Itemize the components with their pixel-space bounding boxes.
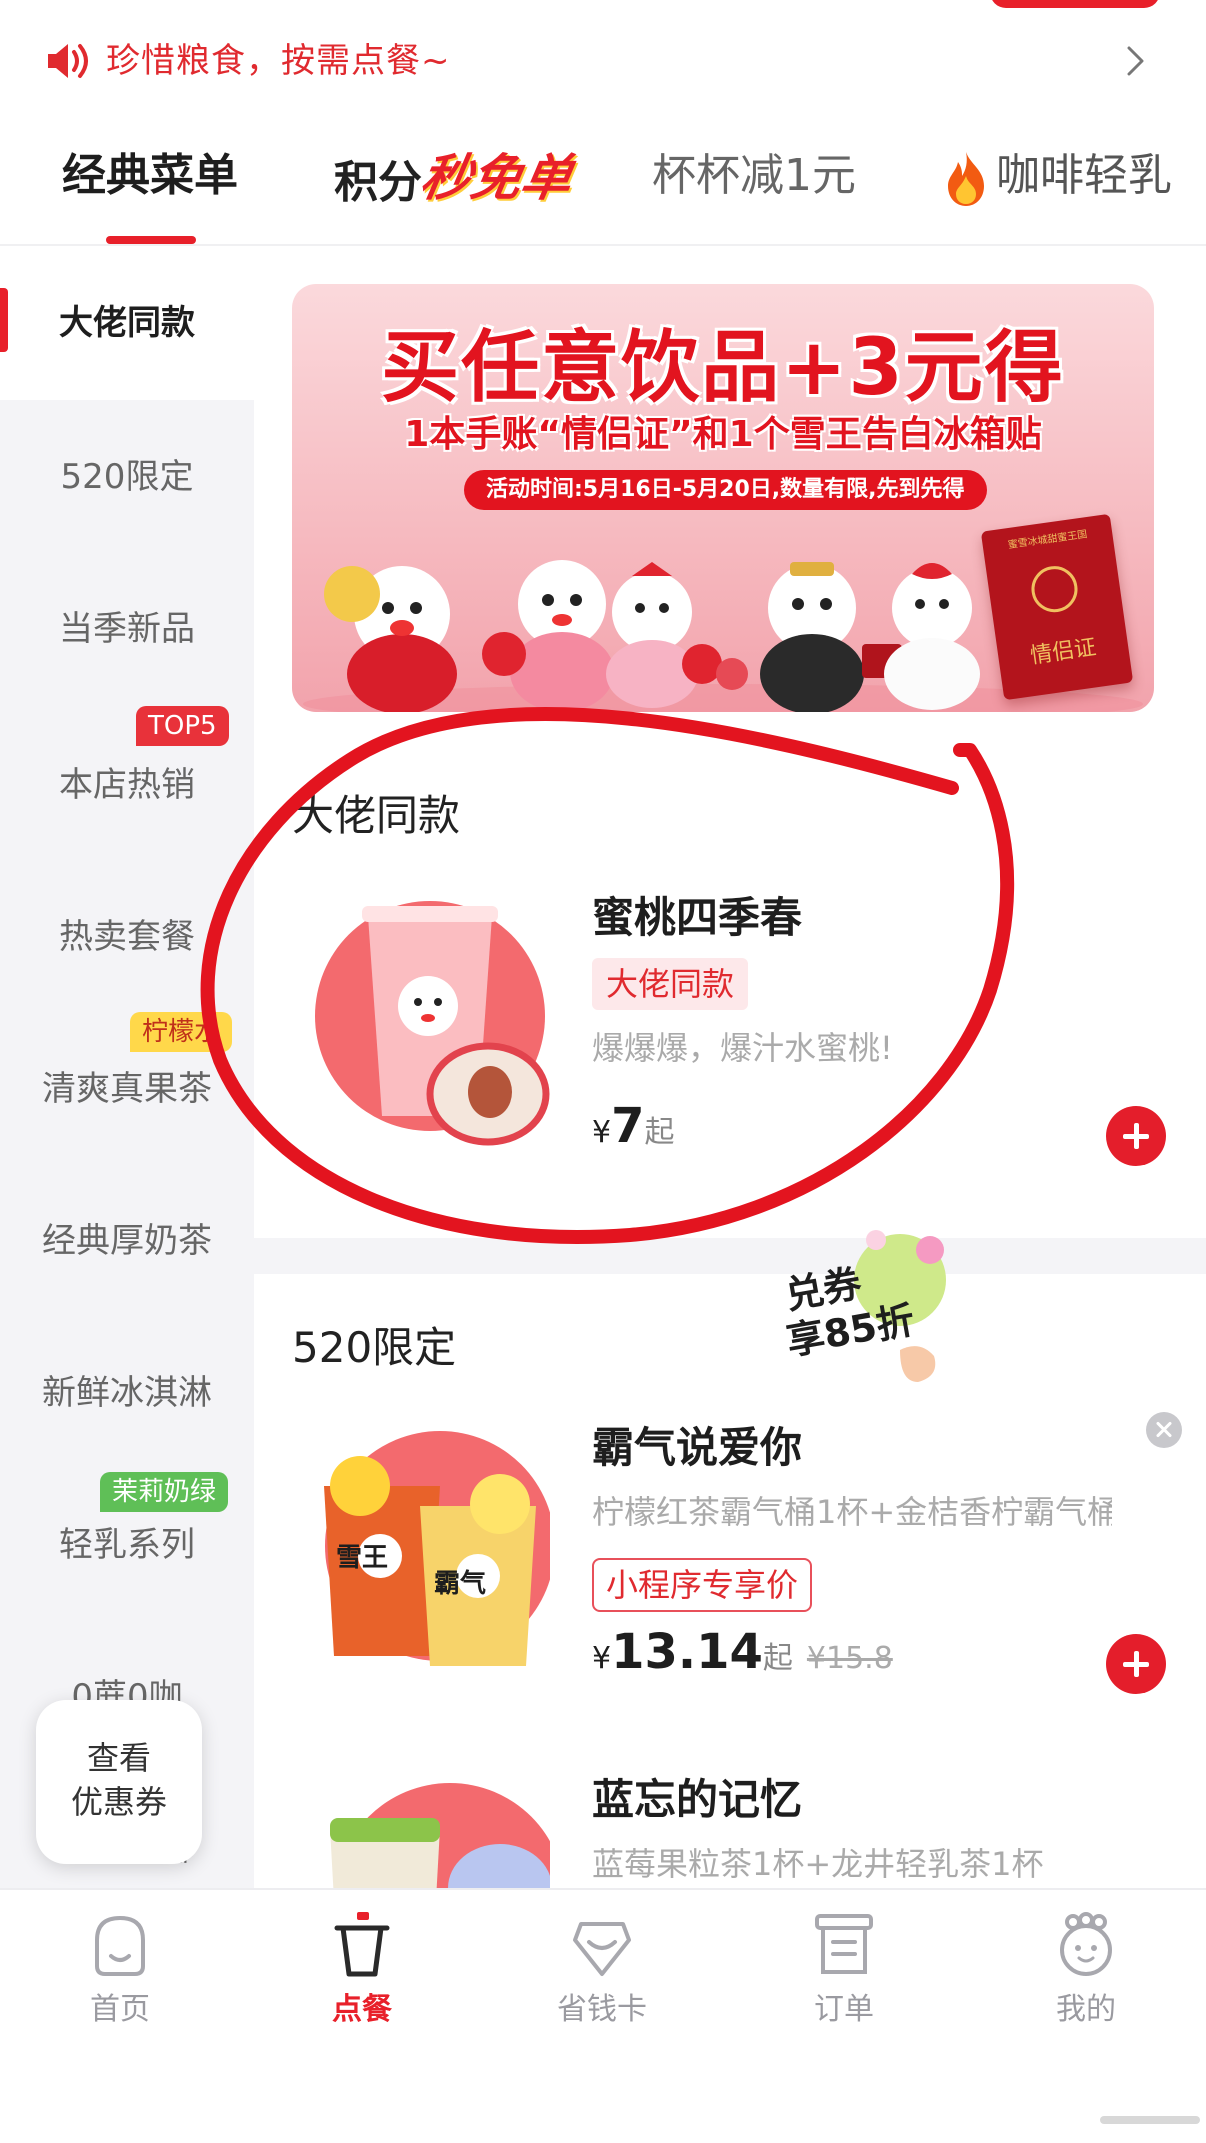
section-divider <box>254 1238 1206 1274</box>
product-list: 买任意饮品+3元得 1本手账“情侣证”和1个雪王告白冰箱贴 活动时间:5月16日… <box>254 248 1206 1888</box>
sidebar-item-label: 当季新品 <box>59 609 195 649</box>
original-price: ¥15.8 <box>806 1641 893 1676</box>
diamond-card-icon <box>573 1922 631 1976</box>
nav-profile[interactable]: 我的 <box>986 1910 1186 2050</box>
nav-label: 首页 <box>90 1992 150 2027</box>
sidebar-item-label: 大佬同款 <box>59 303 195 343</box>
sidebar-item-boss-same[interactable]: 大佬同款 <box>0 248 254 400</box>
home-indicator <box>1100 2116 1200 2124</box>
product-tag: 大佬同款 <box>592 958 749 1010</box>
lemon-tea-bucket-image: 雪王 霸气 <box>324 1431 550 1666</box>
active-tab-indicator <box>106 236 196 244</box>
price-value: 7 <box>611 1098 645 1154</box>
product-name: 霸气说爱你 <box>592 1423 803 1472</box>
section-title-520: 520限定 <box>292 1323 457 1372</box>
product-price: ¥13.14起 ¥15.8 <box>592 1624 893 1680</box>
price-value: 13.14 <box>611 1624 763 1680</box>
speaker-icon <box>48 44 88 78</box>
product-name: 蓝忘的记忆 <box>592 1775 803 1824</box>
coupon-label-line2: 优惠券 <box>70 1783 167 1821</box>
blueberry-tea-image <box>330 1783 550 1888</box>
price-from: 起 <box>762 1641 793 1676</box>
tab-points-promo-text: 秒免单 <box>416 149 577 207</box>
section-title-boss-same: 大佬同款 <box>292 791 461 840</box>
product-desc: 爆爆爆，爆汁水蜜桃! <box>592 1029 893 1067</box>
nav-label: 点餐 <box>332 1992 392 2027</box>
cup-icon <box>334 1912 390 1977</box>
sidebar-item-milk-tea[interactable]: 经典厚奶茶 <box>0 1160 254 1312</box>
product-card[interactable]: 蓝忘的记忆 蓝莓果粒茶1杯+龙井轻乳茶1杯 <box>254 1768 1206 1888</box>
price-currency: ¥ <box>592 1641 612 1676</box>
view-coupons-button[interactable]: 查看 优惠券 <box>36 1700 202 1864</box>
home-icon <box>95 1915 145 1976</box>
category-sidebar: 大佬同款 520限定 当季新品 本店热销 热卖套餐 清爽真果茶 经典厚奶茶 新鲜… <box>0 248 254 1888</box>
fire-icon <box>948 152 984 206</box>
tab-cup-discount[interactable]: 杯杯减1元 <box>652 146 856 206</box>
chevron-right-icon[interactable] <box>1116 42 1154 80</box>
discount-promo-icon: 兑券 享85折 <box>782 1230 946 1382</box>
price-currency: ¥ <box>592 1115 612 1150</box>
nav-label: 订单 <box>814 1992 874 2027</box>
product-card[interactable]: 蜜桃四季春 大佬同款 爆爆爆，爆汁水蜜桃! ¥7起 <box>254 886 1206 1166</box>
cup-text-left: 雪王 <box>336 1543 388 1573</box>
product-card[interactable]: 雪王 霸气 霸气说爱你 柠檬红茶霸气桶1杯+金桔香柠霸气桶1杯 小程序专享价 ¥… <box>254 1416 1206 1694</box>
tab-points-label: 积分 <box>334 157 422 208</box>
notice-text: 珍惜粮食，按需点餐~ <box>106 41 451 81</box>
coupon-label-line1: 查看 <box>86 1739 151 1777</box>
sidebar-item-combos[interactable]: 热卖套餐 <box>0 856 254 1008</box>
peach-tea-image <box>315 901 550 1146</box>
sidebar-item-seasonal[interactable]: 当季新品 <box>0 552 254 704</box>
sidebar-item-label: 本店热销 <box>59 765 195 805</box>
tab-classic-menu[interactable]: 经典菜单 <box>62 146 238 206</box>
banner-headline: 买任意饮品+3元得 <box>381 323 1065 413</box>
price-from: 起 <box>644 1115 675 1150</box>
product-desc: 柠檬红茶霸气桶1杯+金桔香柠霸气桶1杯 <box>592 1493 1112 1531</box>
jasmine-milk-green-badge: 茉莉奶绿 <box>100 1472 229 1512</box>
product-name: 蜜桃四季春 <box>592 893 803 942</box>
banner-subline: 1本手账“情侣证”和1个雪王告白冰箱贴 <box>404 414 1042 455</box>
sidebar-item-520[interactable]: 520限定 <box>0 400 254 552</box>
sidebar-item-label: 热卖套餐 <box>59 917 195 957</box>
sidebar-item-label: 新鲜冰淇淋 <box>42 1373 212 1413</box>
add-to-cart-button[interactable] <box>1106 1106 1166 1166</box>
mini-program-price-tag: 小程序专享价 <box>592 1558 813 1612</box>
tab-coffee[interactable]: 咖啡轻乳 <box>996 146 1172 206</box>
promo-banner[interactable]: 买任意饮品+3元得 1本手账“情侣证”和1个雪王告白冰箱贴 活动时间:5月16日… <box>292 284 1154 712</box>
certificate-name: 情侣证 <box>1028 635 1098 670</box>
top5-badge: TOP5 <box>136 706 229 746</box>
sidebar-item-label: 轻乳系列 <box>59 1525 195 1565</box>
sidebar-item-ice-cream[interactable]: 新鲜冰淇淋 <box>0 1312 254 1464</box>
nav-orders[interactable]: 订单 <box>744 1910 944 2050</box>
bottom-navigation: 首页 点餐 省钱卡 订单 我的 <box>0 1888 1206 2143</box>
cup-text-right: 霸气 <box>434 1568 486 1599</box>
add-to-cart-button[interactable] <box>1106 1634 1166 1694</box>
product-price: ¥7起 <box>592 1098 675 1154</box>
menu-tabs: 经典菜单 杯杯减1元 咖啡轻乳 <box>0 128 1206 246</box>
nav-savings-card[interactable]: 省钱卡 <box>502 1910 702 2050</box>
profile-icon <box>1060 1912 1112 1976</box>
sidebar-item-label: 经典厚奶茶 <box>42 1221 212 1261</box>
lemonade-badge: 柠檬水 <box>130 1012 233 1052</box>
nav-label: 省钱卡 <box>557 1992 647 2027</box>
notice-bar[interactable]: 珍惜粮食，按需点餐~ <box>0 0 1206 120</box>
top-pill-button[interactable] <box>990 0 1160 8</box>
nav-home[interactable]: 首页 <box>20 1910 220 2050</box>
nav-label: 我的 <box>1056 1992 1116 2027</box>
sidebar-item-label: 清爽真果茶 <box>42 1069 212 1109</box>
order-icon <box>815 1914 873 1974</box>
coupon-discount-float[interactable]: 兑券 享85折 <box>780 1210 952 1390</box>
couple-certificate-image: 蜜雪冰城甜蜜王国 情侣证 <box>980 513 1134 701</box>
close-icon[interactable] <box>1146 1412 1182 1448</box>
seal-icon <box>1028 563 1081 616</box>
sidebar-item-label: 520限定 <box>60 457 194 497</box>
nav-order-food[interactable]: 点餐 <box>262 1910 462 2050</box>
product-desc: 蓝莓果粒茶1杯+龙井轻乳茶1杯 <box>592 1845 1044 1883</box>
